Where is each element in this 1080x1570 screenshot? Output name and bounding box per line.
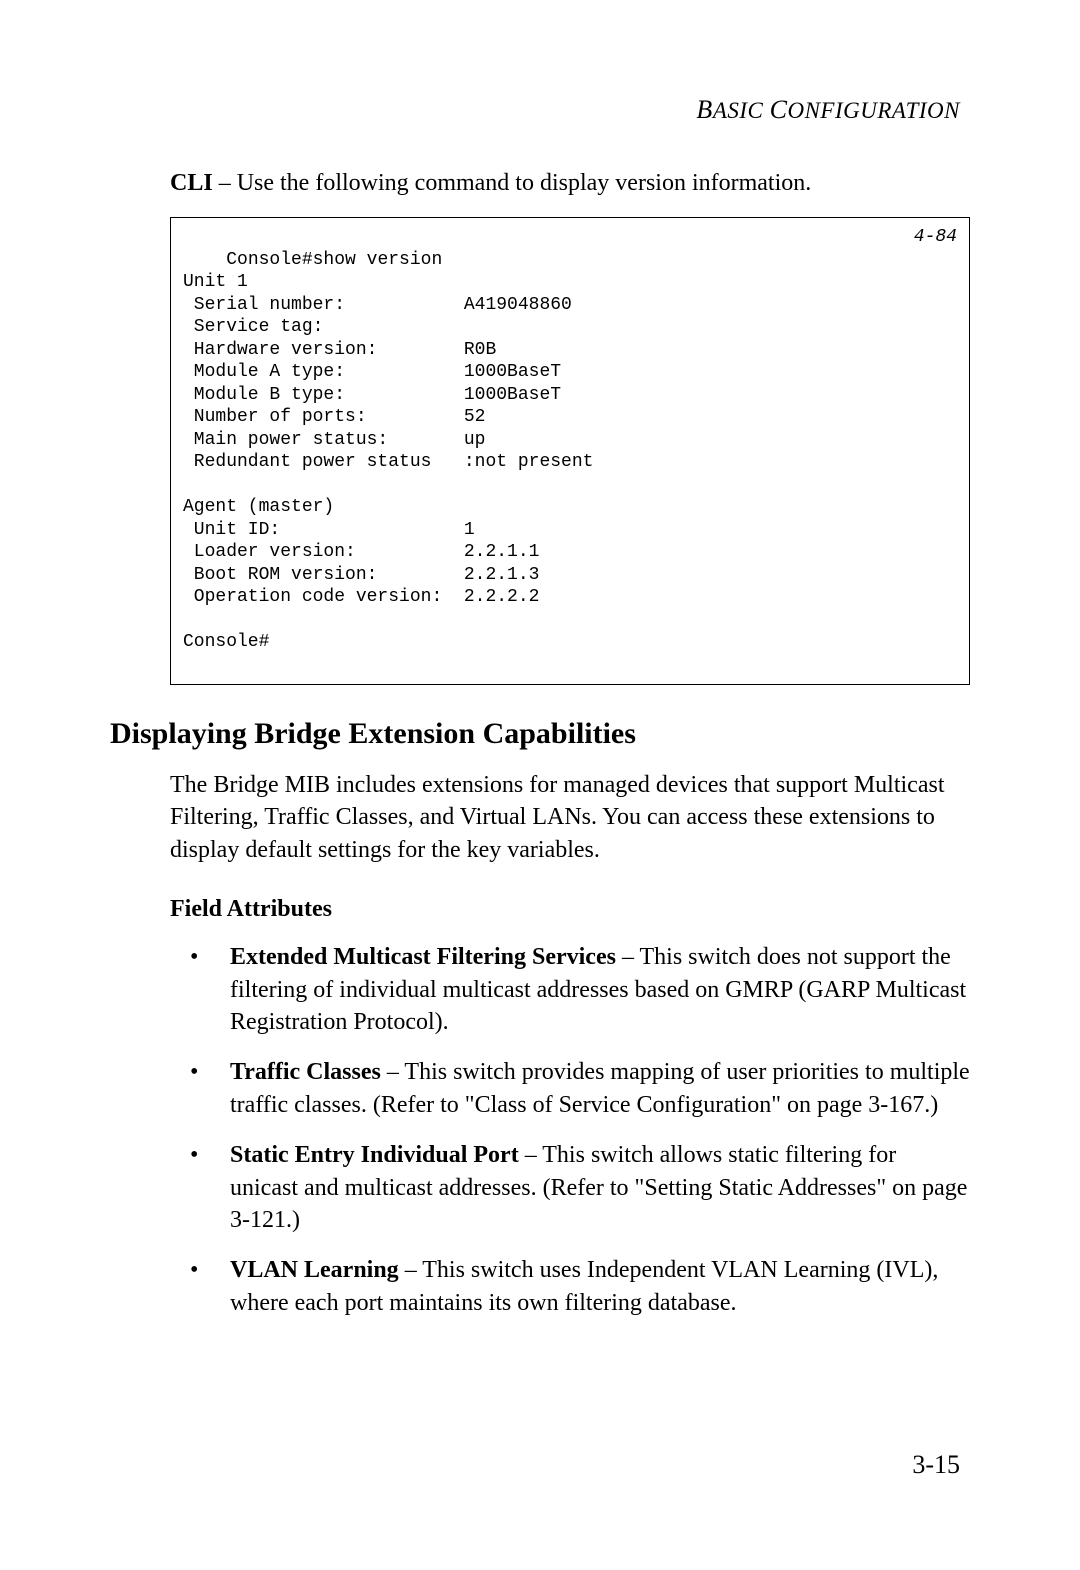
section-paragraph: The Bridge MIB includes extensions for m… [170,769,970,866]
code-reference: 4-84 [914,226,957,249]
page-header: BASIC CONFIGURATION [110,95,970,125]
attr-name: Traffic Classes [230,1059,381,1085]
list-item: Traffic Classes – This switch provides m… [170,1056,970,1121]
page-number: 3-15 [912,1450,960,1480]
cli-output-text: Console#show version Unit 1 Serial numbe… [183,250,593,653]
attr-name: Extended Multicast Filtering Services [230,944,616,970]
list-item: Extended Multicast Filtering Services – … [170,941,970,1038]
cli-intro: CLI – Use the following command to displ… [170,170,970,197]
header-letter-c: C [770,95,788,124]
attr-name: VLAN Learning [230,1257,399,1283]
page: BASIC CONFIGURATION CLI – Use the follow… [0,0,1080,1319]
cli-label: CLI [170,170,213,196]
list-item: Static Entry Individual Port – This swit… [170,1139,970,1236]
field-attributes-list: Extended Multicast Filtering Services – … [170,941,970,1319]
section-heading: Displaying Bridge Extension Capabilities [110,717,970,751]
header-word-onfig: ONFIGURATION [787,98,960,123]
header-word-asic: ASIC [713,98,770,123]
cli-intro-text: – Use the following command to display v… [213,170,812,196]
attr-name: Static Entry Individual Port [230,1142,519,1168]
cli-output-box: 4-84 Console#show version Unit 1 Serial n… [170,217,970,685]
field-attributes-heading: Field Attributes [170,896,970,923]
header-letter-b: B [696,95,712,124]
list-item: VLAN Learning – This switch uses Indepen… [170,1254,970,1319]
